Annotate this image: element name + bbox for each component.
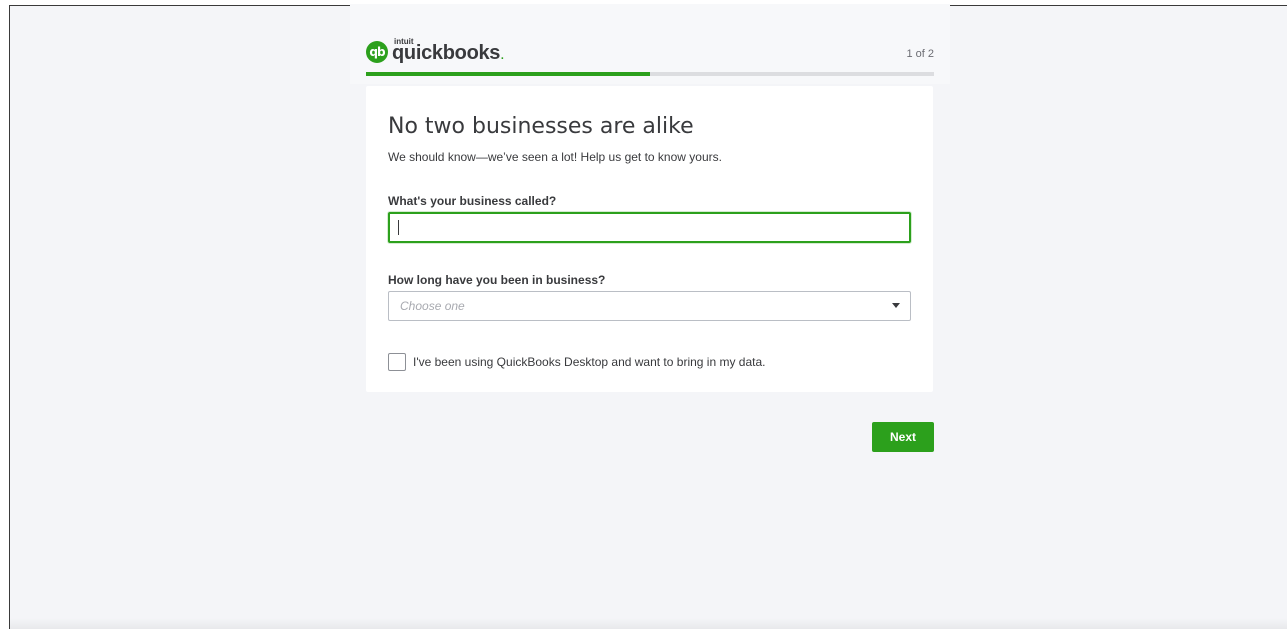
caret-down-icon[interactable] — [892, 303, 900, 308]
logo-dot: . — [500, 46, 505, 63]
business-name-input[interactable] — [388, 212, 911, 243]
page-subtitle: We should know—we’ve seen a lot! Help us… — [388, 150, 722, 164]
progress-bar-fill — [366, 72, 650, 76]
next-button[interactable]: Next — [872, 422, 934, 452]
logo-wordmark: intuit quickbooks. — [392, 38, 505, 64]
qb-logo-icon: qb — [366, 41, 388, 63]
progress-bar — [366, 72, 934, 76]
desktop-import-label[interactable]: I've been using QuickBooks Desktop and w… — [413, 355, 766, 369]
step-counter: 1 of 2 — [906, 48, 934, 60]
desktop-import-checkbox[interactable] — [388, 353, 406, 371]
intuit-label: intuit — [394, 37, 414, 46]
business-age-placeholder: Choose one — [400, 299, 465, 313]
text-caret — [398, 220, 399, 235]
page-title: No two businesses are alike — [388, 114, 694, 139]
business-name-label: What's your business called? — [388, 194, 557, 208]
quickbooks-logo: qb intuit quickbooks. — [366, 38, 505, 64]
business-age-select[interactable]: Choose one — [388, 291, 911, 321]
bottom-shadow — [10, 618, 1287, 629]
business-age-label: How long have you been in business? — [388, 273, 606, 287]
